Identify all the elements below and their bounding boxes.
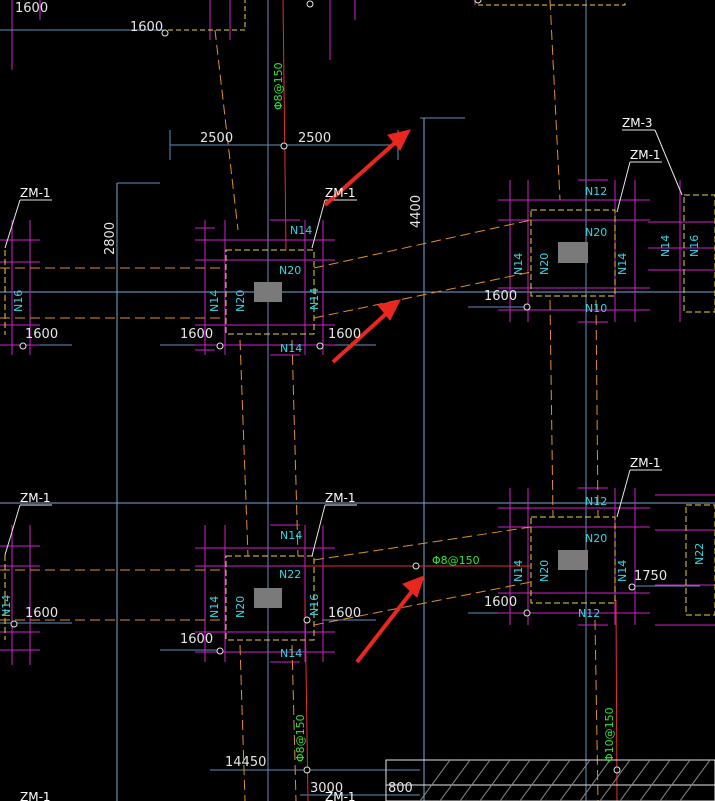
bar-f1-left2: N20 <box>234 290 247 312</box>
label-zm1-c: ZM-1 <box>630 148 661 162</box>
bar-f2-far: N14 <box>659 235 672 257</box>
bar-f4-far: N22 <box>693 543 706 565</box>
rebar-top-vertical: Φ8@150 <box>272 62 285 110</box>
label-zm1-e: ZM-1 <box>325 491 356 505</box>
bar-f4-top: N12 <box>585 495 607 508</box>
bar-f4-left: N14 <box>512 560 525 582</box>
bar-fl-left: N16 <box>12 290 25 312</box>
dim-1600-d: 1600 <box>484 289 517 304</box>
dim-1600-top-left: 1600 <box>15 1 48 16</box>
dim-1600-f: 1600 <box>180 632 213 647</box>
bar-f4-left2: N20 <box>538 560 551 582</box>
dim-1600-g: 1600 <box>328 606 361 621</box>
dim-1600-top-2: 1600 <box>130 20 163 35</box>
bar-f2-bot: N10 <box>585 302 607 315</box>
bar-f2-right: N14 <box>616 253 629 275</box>
label-zm3: ZM-3 <box>622 116 653 130</box>
dim-4400: 4400 <box>409 195 424 228</box>
label-zm1-d: ZM-1 <box>20 491 51 505</box>
bar-f2-far2: N16 <box>688 235 701 257</box>
bar-f3-left: N14 <box>208 596 221 618</box>
bar-f3-top: N14 <box>280 529 302 542</box>
bar-f3-in: N22 <box>279 568 301 581</box>
dim-1600-a: 1600 <box>25 327 58 342</box>
bar-f4-in: N20 <box>585 532 607 545</box>
rebar-bottom-left: Φ8@150 <box>294 714 307 762</box>
dim-1600-b: 1600 <box>180 327 213 342</box>
dim-1600-h: 1600 <box>484 595 517 610</box>
footing-4-column <box>558 550 588 570</box>
cad-drawing-canvas[interactable]: 1600 1600 2500 2500 4400 2800 1600 1600 … <box>0 0 715 801</box>
bar-f2-top: N12 <box>585 185 607 198</box>
canvas-background <box>0 0 715 801</box>
bar-f1-right: N14 <box>308 288 321 310</box>
bar-f3-right: N16 <box>308 594 321 616</box>
bar-f1-left: N14 <box>208 290 221 312</box>
footing-1-column <box>254 282 282 302</box>
dim-1600-c: 1600 <box>328 327 361 342</box>
footing-3-column <box>254 588 282 608</box>
dim-1750: 1750 <box>634 569 667 584</box>
bar-f2-left: N14 <box>512 253 525 275</box>
bar-f1-in: N20 <box>279 264 301 277</box>
bar-f4-right: N14 <box>616 560 629 582</box>
dim-2500-right: 2500 <box>298 131 331 146</box>
dim-14450: 14450 <box>225 755 266 770</box>
dim-2800: 2800 <box>103 222 118 255</box>
bar-f3-bot: N14 <box>280 647 302 660</box>
bar-f2-in: N20 <box>585 226 607 239</box>
bar-f1-bot: N14 <box>280 342 302 355</box>
bar-f1-top: N14 <box>290 224 312 237</box>
label-zm1-b: ZM-1 <box>325 186 356 200</box>
rebar-bottom-right: Φ10@150 <box>603 707 616 762</box>
rebar-middle-tie: Φ8@150 <box>432 554 480 567</box>
label-zm1-h: ZM-1 <box>325 790 356 801</box>
dim-1600-e: 1600 <box>25 606 58 621</box>
bar-f3-left2: N20 <box>234 596 247 618</box>
footing-2-column <box>558 242 588 263</box>
bar-f4-bot: N12 <box>578 607 600 620</box>
label-zm1-a: ZM-1 <box>20 186 51 200</box>
bar-fl2-left: N14 <box>0 595 13 617</box>
dim-2500-left: 2500 <box>200 131 233 146</box>
label-zm1-f: ZM-1 <box>630 456 661 470</box>
dim-800: 800 <box>388 781 413 796</box>
label-zm1-g: ZM-1 <box>20 790 51 801</box>
bar-f2-left2: N20 <box>538 253 551 275</box>
